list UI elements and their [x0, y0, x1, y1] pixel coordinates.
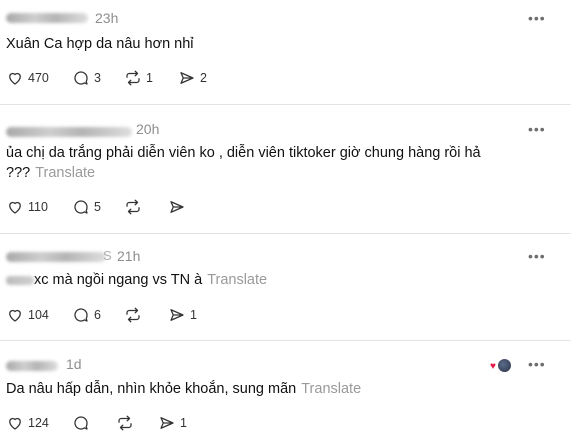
action-bar: 470 3 1 2 [6, 68, 246, 88]
share-icon [170, 201, 184, 213]
comment-body-line1: ủa chị da trắng phải diễn viên ko , diễn… [6, 145, 481, 161]
comment-body: xc mà ngồi ngang vs TN à [34, 272, 203, 288]
timestamp: 21h [117, 248, 141, 264]
heart-icon [9, 417, 21, 430]
translate-link[interactable]: Translate [301, 381, 361, 397]
username-blurred[interactable] [6, 252, 106, 262]
reply-button[interactable]: 6 [72, 305, 101, 325]
like-button[interactable]: 110 [6, 197, 48, 217]
comment-text: xc mà ngồi ngang vs TN à Translate [6, 270, 546, 290]
repost-button[interactable] [124, 197, 142, 217]
repost-icon [118, 415, 132, 431]
username-tail: S [103, 248, 112, 263]
reply-icon [74, 416, 88, 430]
username-blurred[interactable] [6, 13, 88, 23]
translate-link[interactable]: Translate [35, 165, 95, 181]
like-count: 124 [28, 416, 49, 430]
like-button[interactable]: 104 [6, 305, 49, 325]
more-options-icon[interactable]: ••• [528, 356, 546, 372]
share-icon [170, 309, 184, 321]
timestamp: 20h [136, 121, 160, 137]
reply-icon [74, 71, 88, 85]
repost-button[interactable] [116, 413, 134, 433]
comment-body: Xuân Ca hợp da nâu hơn nhỉ [6, 36, 194, 52]
share-count: 1 [180, 416, 187, 430]
share-count: 2 [200, 71, 207, 85]
like-count: 104 [28, 308, 49, 322]
reaction-avatars[interactable]: ♥ [490, 358, 512, 374]
repost-icon [126, 70, 140, 86]
share-button[interactable]: 2 [178, 68, 207, 88]
avatar [497, 358, 512, 373]
reply-count: 6 [94, 308, 101, 322]
reply-count: 5 [94, 200, 101, 214]
translate-link[interactable]: Translate [207, 272, 267, 288]
share-icon [180, 72, 194, 84]
like-count: 110 [28, 200, 48, 214]
username-blurred[interactable] [6, 127, 132, 137]
comment-body: Da nâu hấp dẫn, nhìn khỏe khoắn, sung mã… [6, 381, 297, 397]
heart-icon [9, 201, 21, 214]
heart-reaction-icon: ♥ [490, 361, 496, 372]
comment-body-line2: ??? [6, 165, 31, 181]
share-count: 1 [190, 308, 197, 322]
comment-1: 23h ••• Xuân Ca hợp da nâu hơn nhỉ 470 3… [0, 0, 571, 104]
timestamp: 23h [95, 10, 119, 26]
repost-button[interactable]: 1 [124, 68, 153, 88]
comment-text: Da nâu hấp dẫn, nhìn khỏe khoắn, sung mã… [6, 379, 546, 399]
username-blurred[interactable] [6, 361, 58, 371]
more-options-icon[interactable]: ••• [528, 248, 546, 264]
like-button[interactable]: 470 [6, 68, 49, 88]
heart-icon [9, 72, 21, 85]
reply-count: 3 [94, 71, 101, 85]
like-count: 470 [28, 71, 49, 85]
repost-icon [126, 199, 140, 215]
action-bar: 124 1 [6, 413, 246, 433]
more-options-icon[interactable]: ••• [528, 121, 546, 137]
comment-4: 1d ♥ ••• Da nâu hấp dẫn, nhìn khỏe khoắn… [0, 341, 571, 445]
heart-icon [9, 309, 21, 322]
blurred-mention [6, 275, 34, 285]
share-button[interactable]: 1 [168, 305, 197, 325]
comment-text: Xuân Ca hợp da nâu hơn nhỉ [6, 34, 546, 54]
repost-button[interactable] [124, 305, 142, 325]
repost-icon [126, 307, 140, 323]
reply-button[interactable]: 3 [72, 68, 101, 88]
more-options-icon[interactable]: ••• [528, 10, 546, 26]
reply-icon [74, 308, 88, 322]
comment-3: S 21h ••• xc mà ngồi ngang vs TN à Transl… [0, 234, 571, 340]
action-bar: 110 5 [6, 197, 246, 217]
share-icon [160, 417, 174, 429]
like-button[interactable]: 124 [6, 413, 49, 433]
action-bar: 104 6 1 [6, 305, 246, 325]
reply-button[interactable] [72, 413, 90, 433]
share-button[interactable]: 1 [158, 413, 187, 433]
timestamp: 1d [66, 356, 82, 372]
repost-count: 1 [146, 71, 153, 85]
reply-button[interactable]: 5 [72, 197, 101, 217]
share-button[interactable] [168, 197, 186, 217]
reply-icon [74, 200, 88, 214]
comment-text: ủa chị da trắng phải diễn viên ko , diễn… [6, 143, 546, 183]
comment-2: 20h ••• ủa chị da trắng phải diễn viên k… [0, 105, 571, 233]
